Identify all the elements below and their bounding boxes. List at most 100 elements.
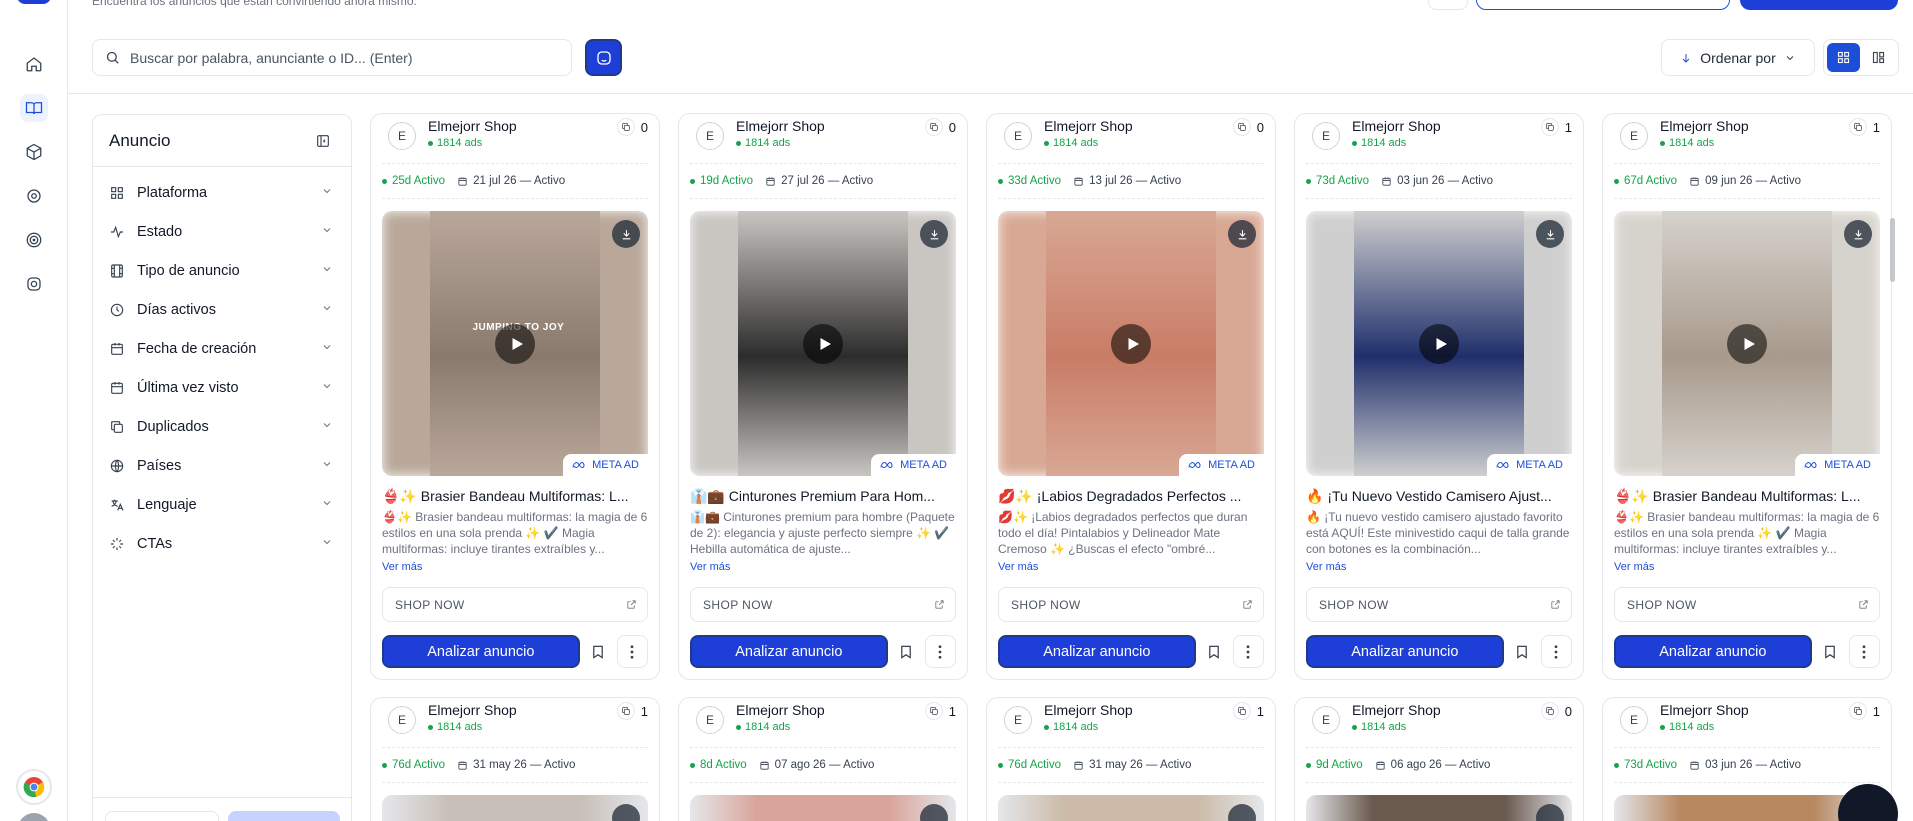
cta-button[interactable]: SHOP NOW xyxy=(1614,587,1880,622)
download-icon[interactable] xyxy=(920,804,948,821)
filter-item[interactable]: Estado xyxy=(93,212,351,251)
cta-button[interactable]: SHOP NOW xyxy=(690,587,956,622)
download-icon[interactable] xyxy=(612,804,640,821)
ad-card[interactable]: E Elmejorr Shop 1814 ads 0 9d Activo 06 … xyxy=(1294,697,1584,821)
advertiser-avatar[interactable]: E xyxy=(696,706,724,734)
download-icon[interactable] xyxy=(612,220,640,248)
bookmark-icon[interactable] xyxy=(1202,635,1227,668)
ad-card[interactable]: E Elmejorr Shop 1814 ads 1 76d Activo 31… xyxy=(986,697,1276,821)
ad-library-icon[interactable] xyxy=(20,94,48,122)
download-icon[interactable] xyxy=(920,220,948,248)
see-more-link[interactable]: Ver más xyxy=(1614,561,1880,573)
bookmark-icon[interactable] xyxy=(1818,635,1843,668)
duplicates-counter[interactable]: 1 xyxy=(924,702,956,720)
header-outline-button[interactable] xyxy=(1476,0,1730,10)
scrollbar-thumb[interactable] xyxy=(1890,218,1895,282)
filter-item[interactable]: Plataforma xyxy=(93,173,351,212)
ad-card[interactable]: E Elmejorr Shop 1814 ads 0 19d Activo 27… xyxy=(678,113,968,680)
ad-video-preview[interactable]: JUMPING TO JOY META AD xyxy=(382,211,648,476)
advertiser-avatar[interactable]: E xyxy=(388,706,416,734)
see-more-link[interactable]: Ver más xyxy=(1306,561,1572,573)
bookmark-icon[interactable] xyxy=(894,635,919,668)
collapse-panel-icon[interactable] xyxy=(315,133,331,149)
duplicates-counter[interactable]: 0 xyxy=(1540,702,1572,720)
user-avatar[interactable] xyxy=(18,813,50,821)
advertiser-name[interactable]: Elmejorr Shop xyxy=(1044,702,1133,718)
home-icon[interactable] xyxy=(20,50,48,78)
ad-video-preview[interactable] xyxy=(998,795,1264,821)
advertiser-avatar[interactable]: E xyxy=(1004,122,1032,150)
ad-card[interactable]: E Elmejorr Shop 1814 ads 0 33d Activo 13… xyxy=(986,113,1276,680)
more-options-icon[interactable] xyxy=(616,635,648,668)
filter-item[interactable]: Países xyxy=(93,446,351,485)
brand-logo[interactable] xyxy=(17,0,51,4)
more-options-icon[interactable] xyxy=(924,635,956,668)
download-icon[interactable] xyxy=(1536,220,1564,248)
chrome-extension-icon[interactable] xyxy=(16,769,52,805)
see-more-link[interactable]: Ver más xyxy=(690,561,956,573)
ad-video-preview[interactable]: META AD xyxy=(998,211,1264,476)
filter-item[interactable]: Lenguaje xyxy=(93,485,351,524)
ad-video-preview[interactable]: META AD xyxy=(1614,211,1880,476)
duplicates-counter[interactable]: 0 xyxy=(1232,118,1264,136)
see-more-link[interactable]: Ver más xyxy=(382,561,648,573)
advertiser-avatar[interactable]: E xyxy=(696,122,724,150)
apply-filters-button[interactable] xyxy=(228,811,340,821)
duplicates-counter[interactable]: 1 xyxy=(1848,118,1880,136)
target-icon[interactable] xyxy=(20,182,48,210)
header-primary-button[interactable] xyxy=(1740,0,1898,10)
download-icon[interactable] xyxy=(1228,804,1256,821)
duplicates-counter[interactable]: 0 xyxy=(616,118,648,136)
masonry-view-button[interactable] xyxy=(1863,43,1896,72)
advertiser-name[interactable]: Elmejorr Shop xyxy=(736,702,825,718)
download-icon[interactable] xyxy=(1536,804,1564,821)
sort-button[interactable]: Ordenar por xyxy=(1661,39,1815,76)
ad-video-preview[interactable]: META AD xyxy=(1306,211,1572,476)
advertiser-avatar[interactable]: E xyxy=(1620,706,1648,734)
filter-item[interactable]: Días activos xyxy=(93,290,351,329)
cta-button[interactable]: SHOP NOW xyxy=(1306,587,1572,622)
more-options-icon[interactable] xyxy=(1232,635,1264,668)
ad-card[interactable]: E Elmejorr Shop 1814 ads 1 76d Activo 31… xyxy=(370,697,660,821)
ad-card[interactable]: E Elmejorr Shop 1814 ads 1 73d Activo 03… xyxy=(1294,113,1584,680)
analyze-ad-button[interactable]: Analizar anuncio xyxy=(690,635,888,668)
advertiser-name[interactable]: Elmejorr Shop xyxy=(1352,702,1441,718)
filter-item[interactable]: Tipo de anuncio xyxy=(93,251,351,290)
play-icon[interactable] xyxy=(803,323,843,364)
play-icon[interactable] xyxy=(1727,323,1767,364)
advertiser-name[interactable]: Elmejorr Shop xyxy=(1660,702,1749,718)
analyze-ad-button[interactable]: Analizar anuncio xyxy=(998,635,1196,668)
cta-button[interactable]: SHOP NOW xyxy=(382,587,648,622)
advertiser-avatar[interactable]: E xyxy=(1004,706,1032,734)
filter-item[interactable]: Fecha de creación xyxy=(93,329,351,368)
advertiser-name[interactable]: Elmejorr Shop xyxy=(1352,118,1441,134)
search-input[interactable] xyxy=(130,49,550,66)
duplicates-counter[interactable]: 1 xyxy=(616,702,648,720)
advertiser-avatar[interactable]: E xyxy=(1620,122,1648,150)
instagram-icon[interactable] xyxy=(20,270,48,298)
analyze-ad-button[interactable]: Analizar anuncio xyxy=(1306,635,1504,668)
advertiser-avatar[interactable]: E xyxy=(388,122,416,150)
advertiser-name[interactable]: Elmejorr Shop xyxy=(1044,118,1133,134)
advertiser-avatar[interactable]: E xyxy=(1312,706,1340,734)
duplicates-counter[interactable]: 1 xyxy=(1540,118,1572,136)
filter-item[interactable]: Duplicados xyxy=(93,407,351,446)
cta-button[interactable]: SHOP NOW xyxy=(998,587,1264,622)
duplicates-counter[interactable]: 1 xyxy=(1848,702,1880,720)
download-icon[interactable] xyxy=(1228,220,1256,248)
play-icon[interactable] xyxy=(1111,323,1151,364)
more-options-icon[interactable] xyxy=(1540,635,1572,668)
advertiser-name[interactable]: Elmejorr Shop xyxy=(1660,118,1749,134)
header-icon-button[interactable] xyxy=(1428,0,1468,10)
grid-view-button[interactable] xyxy=(1827,43,1860,72)
advertiser-name[interactable]: Elmejorr Shop xyxy=(428,118,517,134)
ad-video-preview[interactable]: META AD xyxy=(690,211,956,476)
filter-item[interactable]: Última vez visto xyxy=(93,368,351,407)
ai-search-button[interactable] xyxy=(585,39,622,76)
ad-video-preview[interactable] xyxy=(690,795,956,821)
bookmark-icon[interactable] xyxy=(1510,635,1535,668)
advertiser-name[interactable]: Elmejorr Shop xyxy=(736,118,825,134)
ad-card[interactable]: E Elmejorr Shop 1814 ads 0 25d Activo 21… xyxy=(370,113,660,680)
advertiser-avatar[interactable]: E xyxy=(1312,122,1340,150)
box-icon[interactable] xyxy=(20,138,48,166)
